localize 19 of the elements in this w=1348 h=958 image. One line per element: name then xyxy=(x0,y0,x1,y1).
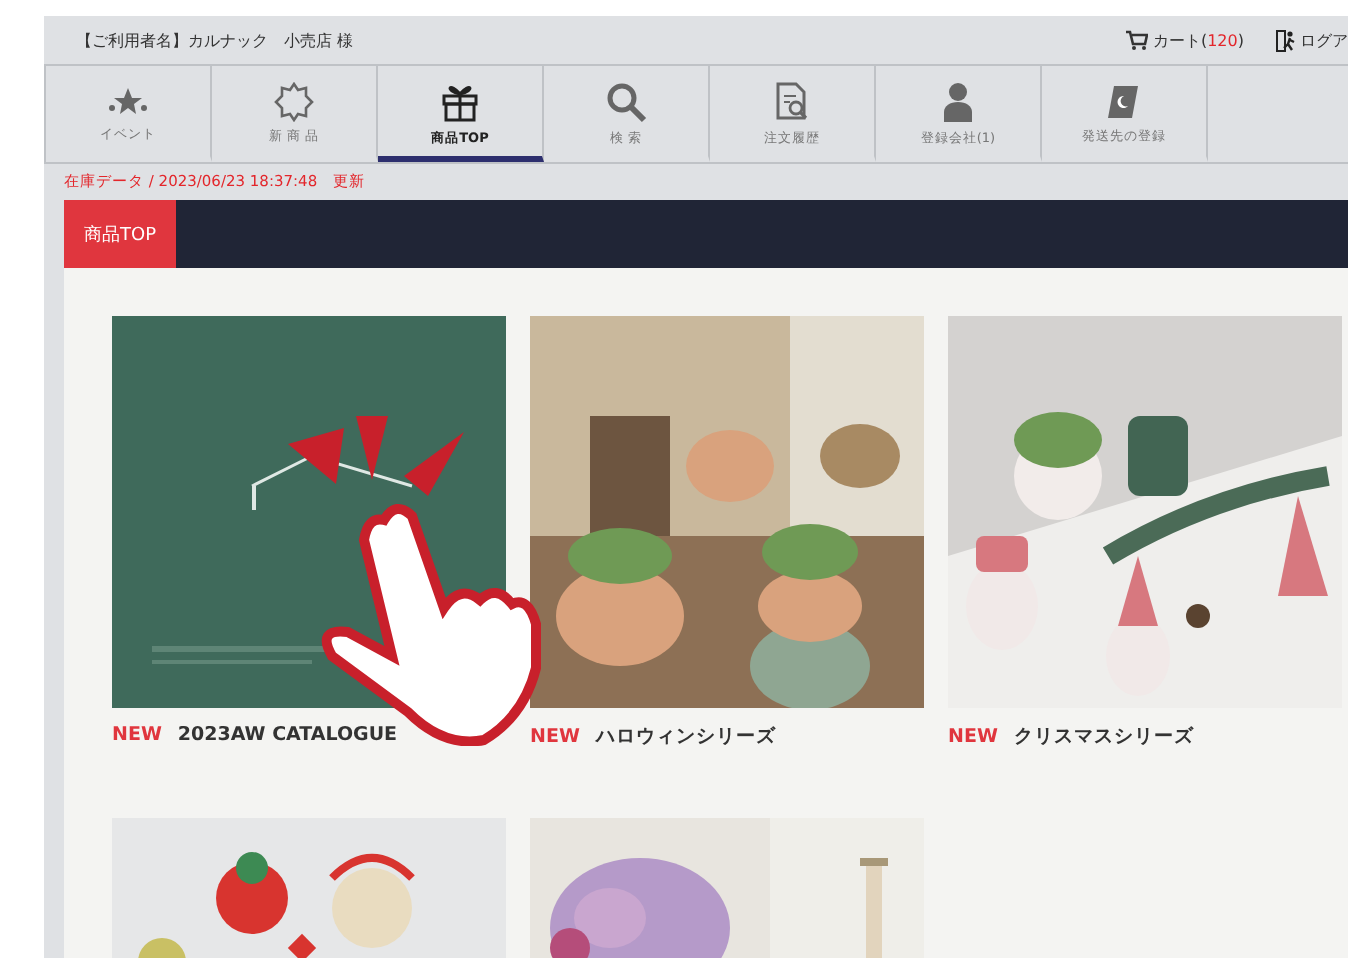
cart-icon xyxy=(1126,30,1149,50)
person-icon xyxy=(940,80,976,124)
search-icon xyxy=(604,80,648,124)
user-name: 【ご利用者名】カルナック 小売店 様 xyxy=(76,29,356,51)
book-icon xyxy=(1104,82,1144,122)
document-search-icon xyxy=(772,80,812,124)
new-label: NEW xyxy=(530,726,580,748)
star-icon xyxy=(108,84,148,120)
product-title[interactable]: ハロウィンシリーズ xyxy=(595,724,776,750)
exit-icon xyxy=(1276,29,1296,51)
new-label: NEW xyxy=(948,726,998,748)
new-badge-icon xyxy=(274,82,314,122)
new-label: NEW xyxy=(112,724,162,746)
product-title[interactable]: クリスマスシリーズ xyxy=(1013,724,1194,750)
cart-link[interactable]: カート(120) xyxy=(1126,29,1244,51)
logout-link[interactable]: ログア xyxy=(1276,29,1348,51)
section-tab[interactable]: 商品TOP xyxy=(64,200,177,268)
gift-icon xyxy=(438,80,482,124)
product-title[interactable]: 2023AW CATALOGUE xyxy=(177,724,398,746)
